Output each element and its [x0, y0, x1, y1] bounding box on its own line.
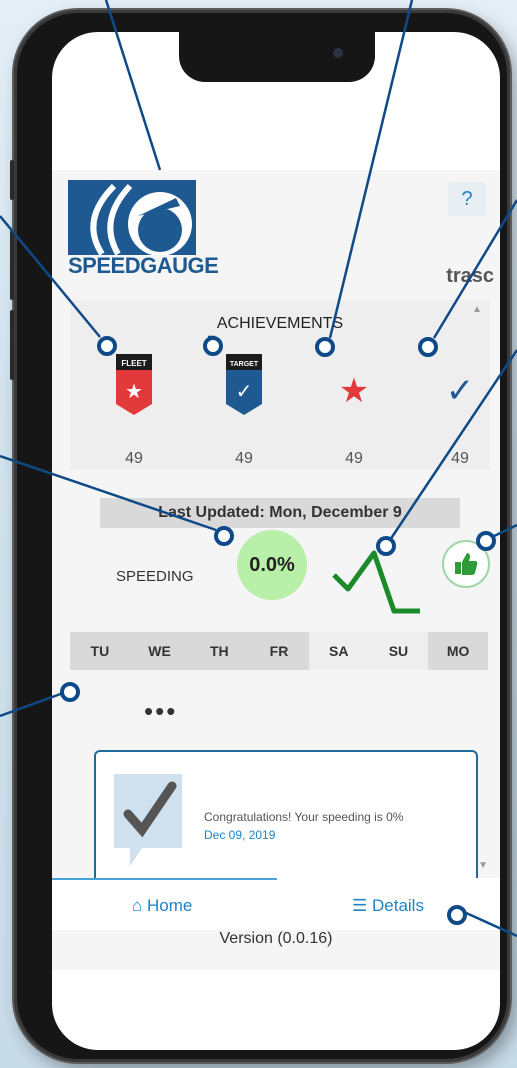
speeding-percentage: 0.0% — [237, 530, 307, 600]
brand-name: SPEEDGAUGE — [68, 253, 219, 278]
day-th[interactable]: TH — [189, 632, 250, 670]
volume-up-button — [10, 230, 14, 300]
speedgauge-app: ? SPEEDGAUGE trasc ▲ ACHIEVEMENTS FLEET … — [52, 170, 500, 970]
active-tab-indicator — [52, 878, 277, 880]
achievements-title: ACHIEVEMENTS — [216, 315, 344, 332]
camera-icon — [333, 48, 343, 58]
star-icon[interactable]: ★ — [332, 354, 376, 421]
svg-text:✓: ✓ — [446, 371, 475, 411]
thumbs-up-button[interactable] — [442, 540, 490, 588]
check-icon[interactable]: ✓ — [438, 354, 482, 421]
mute-switch — [10, 160, 14, 200]
thumbs-up-icon — [455, 553, 478, 575]
day-we[interactable]: WE — [129, 632, 190, 670]
fleet-badge-icon[interactable]: FLEET ★ — [112, 354, 156, 421]
weekday-selector: TU WE TH FR SA SU MO — [70, 632, 489, 670]
speeding-trend-icon — [332, 550, 420, 614]
more-options-button[interactable]: ••• — [144, 696, 177, 727]
day-mo[interactable]: MO — [428, 632, 489, 670]
tab-home-label: Home — [147, 896, 193, 915]
notification-date: Dec 09, 2019 — [204, 828, 276, 842]
user-name: trasc — [446, 265, 494, 287]
scroll-down-arrow[interactable]: ▼ — [478, 860, 488, 871]
tab-details-label: Details — [371, 896, 424, 915]
day-tu[interactable]: TU — [70, 632, 130, 670]
home-icon: ⌂ — [132, 896, 143, 915]
tab-home[interactable]: ⌂ Home — [132, 896, 192, 916]
day-su[interactable]: SU — [368, 632, 429, 670]
last-updated: Last Updated: Mon, December 9 — [100, 498, 460, 528]
scroll-up-arrow[interactable]: ▲ — [472, 304, 482, 315]
volume-down-button — [10, 310, 14, 380]
target-badge-count: 49 — [235, 450, 253, 467]
tab-details[interactable]: ☰ Details — [352, 896, 424, 916]
target-badge-text: TARGET — [230, 361, 259, 368]
version-label: Version (0.0.16) — [219, 930, 333, 947]
achievements-panel: ▲ ACHIEVEMENTS FLEET ★ 49 TARGET ✓ 49 ★ … — [70, 300, 490, 470]
bottom-tab-bar: ⌂ Home ☰ Details — [52, 878, 500, 930]
notch — [179, 32, 375, 82]
phone-screen: ? SPEEDGAUGE trasc ▲ ACHIEVEMENTS FLEET … — [52, 32, 500, 1050]
svg-text:✓: ✓ — [236, 379, 253, 403]
day-fr[interactable]: FR — [249, 632, 309, 670]
star-badge-count: 49 — [345, 450, 363, 467]
list-icon: ☰ — [352, 896, 368, 915]
check-badge-count: 49 — [451, 450, 469, 467]
day-sa[interactable]: SA — [308, 632, 369, 670]
speedgauge-logo: SPEEDGAUGE — [68, 180, 219, 278]
phone-frame: ? SPEEDGAUGE trasc ▲ ACHIEVEMENTS FLEET … — [10, 10, 510, 1062]
target-badge-icon[interactable]: TARGET ✓ — [222, 354, 266, 421]
fleet-badge-text: FLEET — [121, 359, 146, 368]
speeding-label: SPEEDING — [116, 568, 194, 585]
speedgauge-logo-mark — [68, 180, 196, 255]
svg-text:★: ★ — [125, 379, 143, 403]
help-button[interactable]: ? — [448, 182, 486, 216]
fleet-badge-count: 49 — [125, 450, 143, 467]
svg-text:★: ★ — [339, 371, 369, 411]
checkmark-bubble-icon — [110, 770, 186, 870]
notification-message: Congratulations! Your speeding is 0% — [204, 810, 404, 824]
